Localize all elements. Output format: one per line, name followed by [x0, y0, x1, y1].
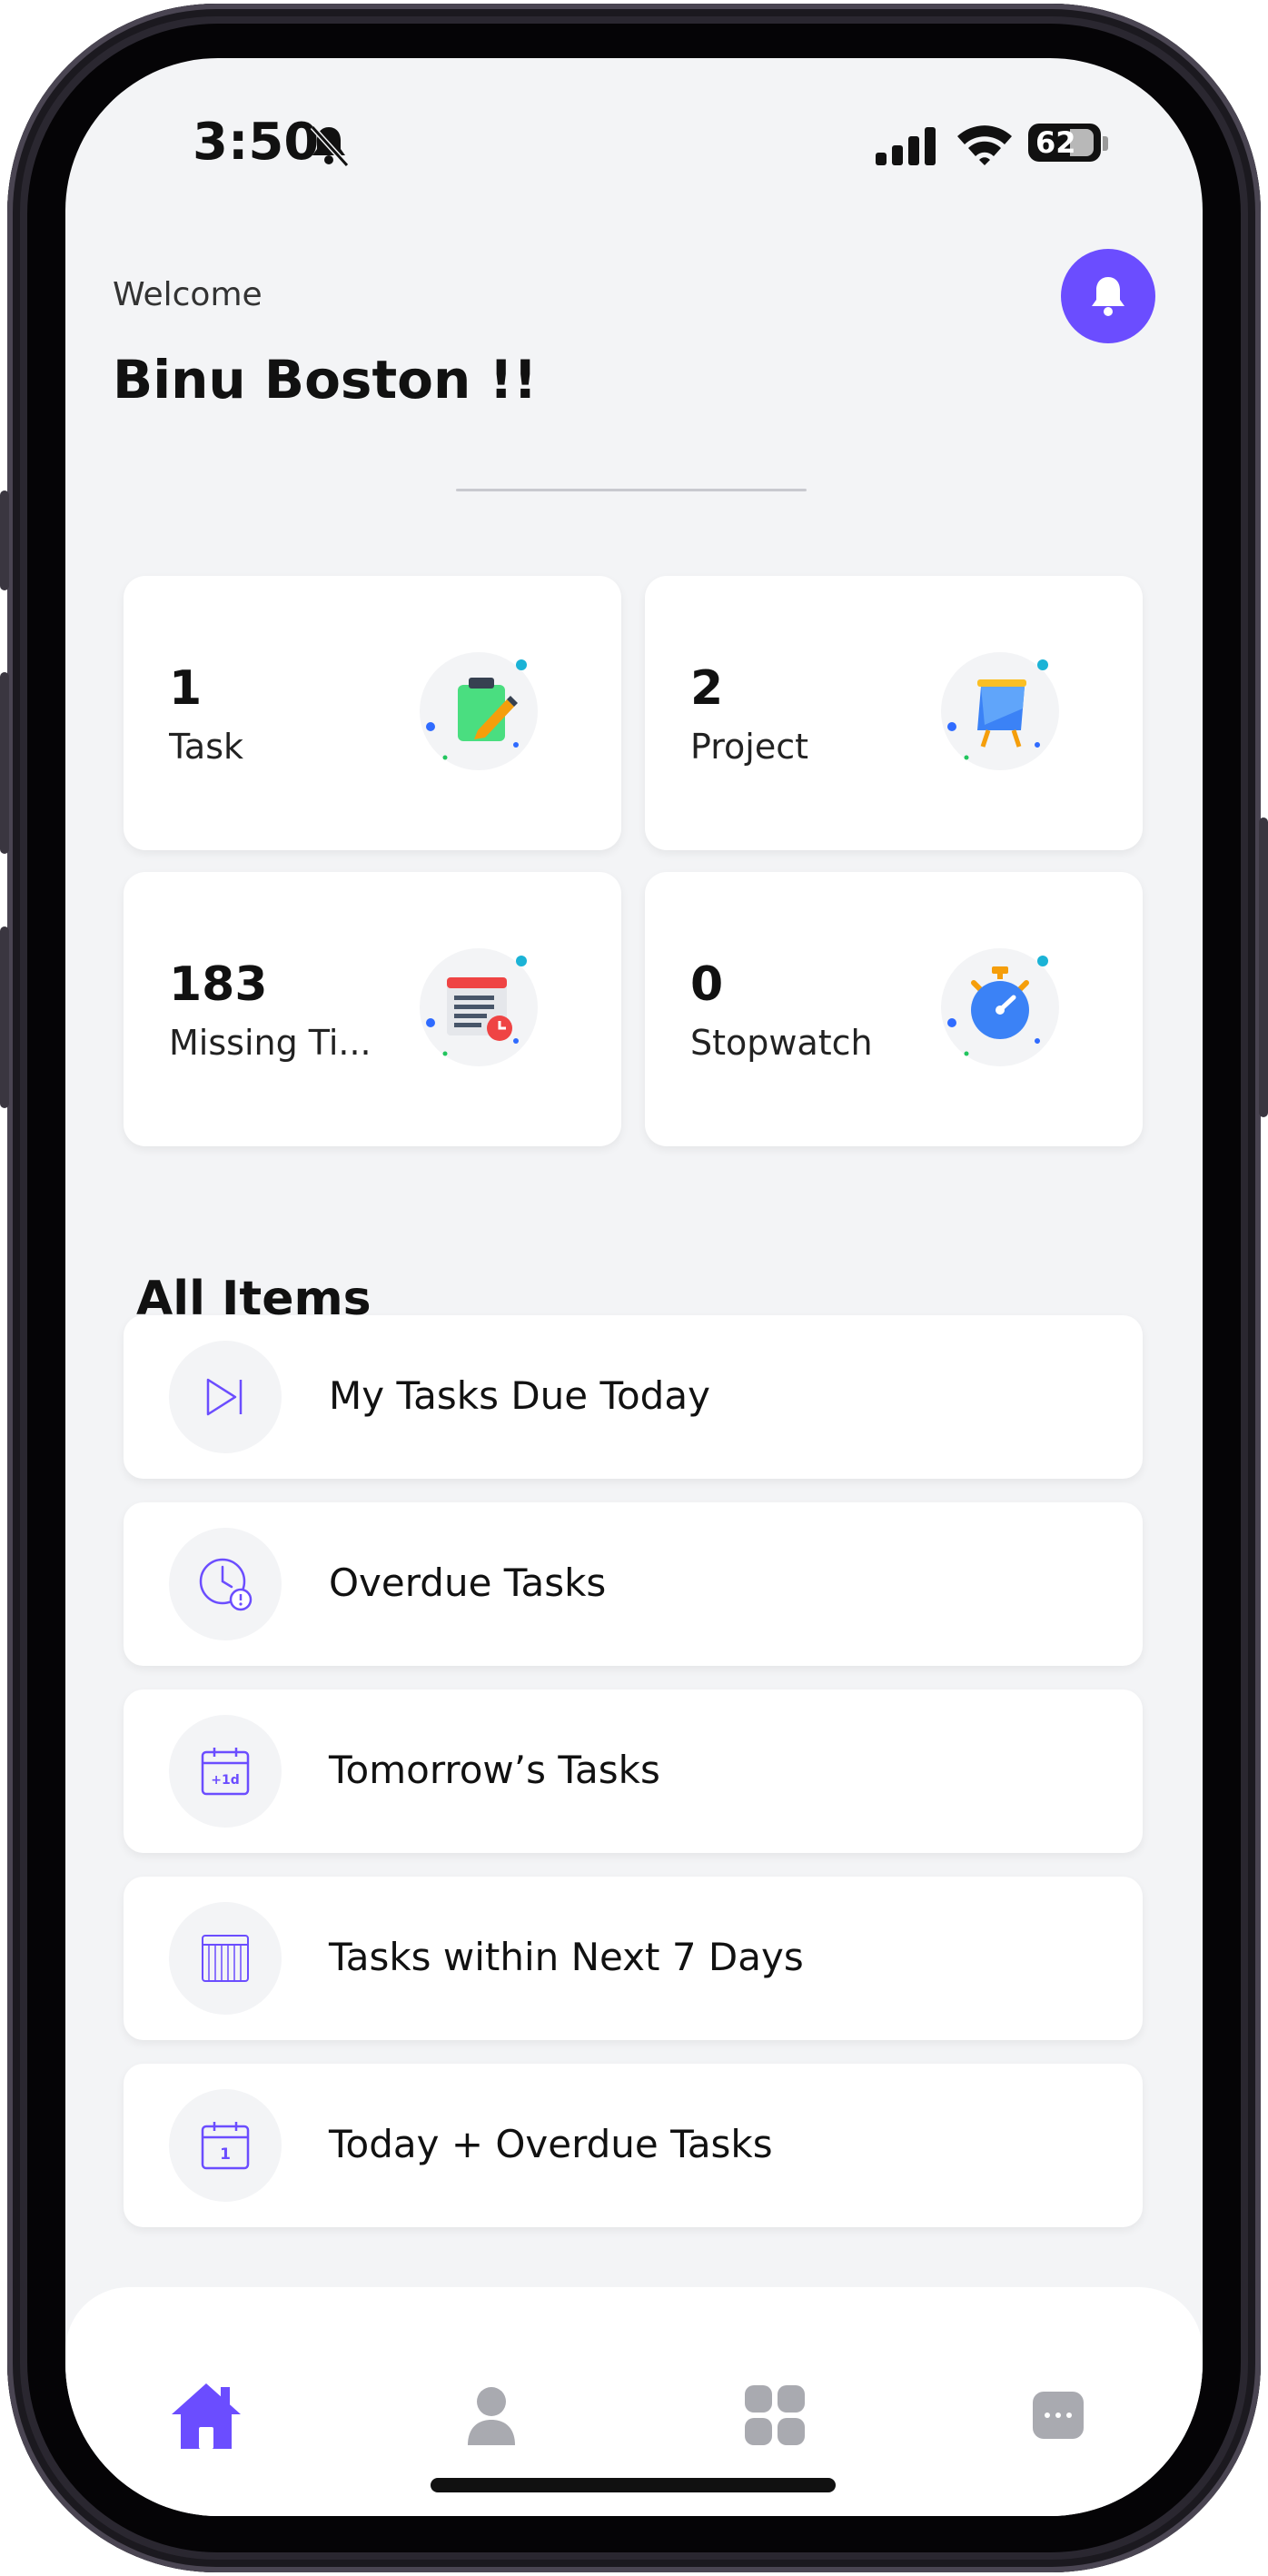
stat-count: 1 [169, 661, 203, 716]
stopwatch-icon [941, 948, 1059, 1066]
calendar-week-icon [202, 1935, 249, 1982]
stat-card-task[interactable]: 1 Task [124, 576, 621, 850]
home-indicator [431, 2478, 836, 2492]
wifi-icon [957, 125, 1012, 165]
clipboard-pencil-icon [420, 652, 538, 770]
list-item-my-tasks-due-today[interactable]: My Tasks Due Today [124, 1315, 1143, 1479]
list-item-tomorrows-tasks[interactable]: +1d Tomorrow’s Tasks [124, 1689, 1143, 1853]
battery-tip [1103, 136, 1108, 151]
stat-card-project[interactable]: 2 Project [645, 576, 1143, 850]
timesheet-clock-icon [420, 948, 538, 1066]
stat-label: Task [169, 727, 244, 767]
list-item-label: Today + Overdue Tasks [329, 2122, 773, 2166]
stat-count: 2 [690, 661, 724, 716]
battery-indicator: 62 [1028, 124, 1101, 162]
stat-card-stopwatch[interactable]: 0 Stopwatch [645, 872, 1143, 1146]
calendar-day-one-icon: 1 [201, 2122, 250, 2170]
battery-level: 62 [1035, 125, 1076, 160]
user-name: Binu Boston !! [113, 349, 538, 411]
list-item-label: Overdue Tasks [329, 1560, 607, 1605]
icon-circle [169, 1528, 282, 1640]
stat-card-missing-timesheets[interactable]: 183 Missing Ti... [124, 872, 621, 1146]
status-bar: 3:50 62 [65, 58, 1203, 222]
list-item-label: Tasks within Next 7 Days [329, 1935, 804, 1979]
clock-alert-icon [199, 1558, 253, 1611]
list-item-overdue-tasks[interactable]: Overdue Tasks [124, 1502, 1143, 1666]
stat-count: 0 [690, 957, 724, 1012]
list-item-today-overdue-tasks[interactable]: 1 Today + Overdue Tasks [124, 2064, 1143, 2227]
signal-icon [876, 127, 936, 165]
stat-count: 183 [169, 957, 268, 1012]
nav-apps[interactable] [734, 2374, 816, 2456]
icon-circle [169, 1341, 282, 1453]
icon-circle: +1d [169, 1715, 282, 1828]
svg-text:+1d: +1d [211, 1773, 240, 1788]
header-divider [456, 489, 807, 491]
phone-side-button [0, 926, 9, 1108]
status-time: 3:50 [193, 113, 320, 172]
list-item-label: My Tasks Due Today [329, 1373, 710, 1418]
phone-side-button [0, 672, 9, 854]
stat-label: Missing Ti... [169, 1023, 371, 1063]
app-screen: 3:50 62 Welcome Binu Boston !! 1 Task 2 … [65, 58, 1203, 2516]
welcome-text: Welcome [113, 276, 263, 313]
notifications-button[interactable] [1061, 249, 1155, 343]
icon-circle [169, 1902, 282, 2015]
chat-more-icon [1033, 2392, 1084, 2439]
nav-profile[interactable] [451, 2374, 532, 2456]
apps-grid-icon [745, 2385, 805, 2445]
profile-icon [468, 2387, 515, 2445]
nav-home[interactable] [165, 2374, 247, 2456]
stat-label: Stopwatch [690, 1023, 873, 1063]
nav-more[interactable] [1017, 2374, 1099, 2456]
phone-side-button [0, 490, 9, 590]
phone-side-button [1259, 817, 1268, 1117]
easel-board-icon [941, 652, 1059, 770]
calendar-plus-one-day-icon: +1d [201, 1748, 250, 1796]
list-item-tasks-next-7-days[interactable]: Tasks within Next 7 Days [124, 1877, 1143, 2040]
bell-off-icon [310, 124, 350, 168]
list-item-label: Tomorrow’s Tasks [329, 1748, 660, 1792]
home-icon [172, 2383, 241, 2449]
icon-circle: 1 [169, 2089, 282, 2202]
bell-icon [1092, 277, 1124, 316]
svg-text:1: 1 [220, 2145, 231, 2164]
skip-forward-icon [206, 1378, 243, 1416]
stat-label: Project [690, 727, 809, 767]
